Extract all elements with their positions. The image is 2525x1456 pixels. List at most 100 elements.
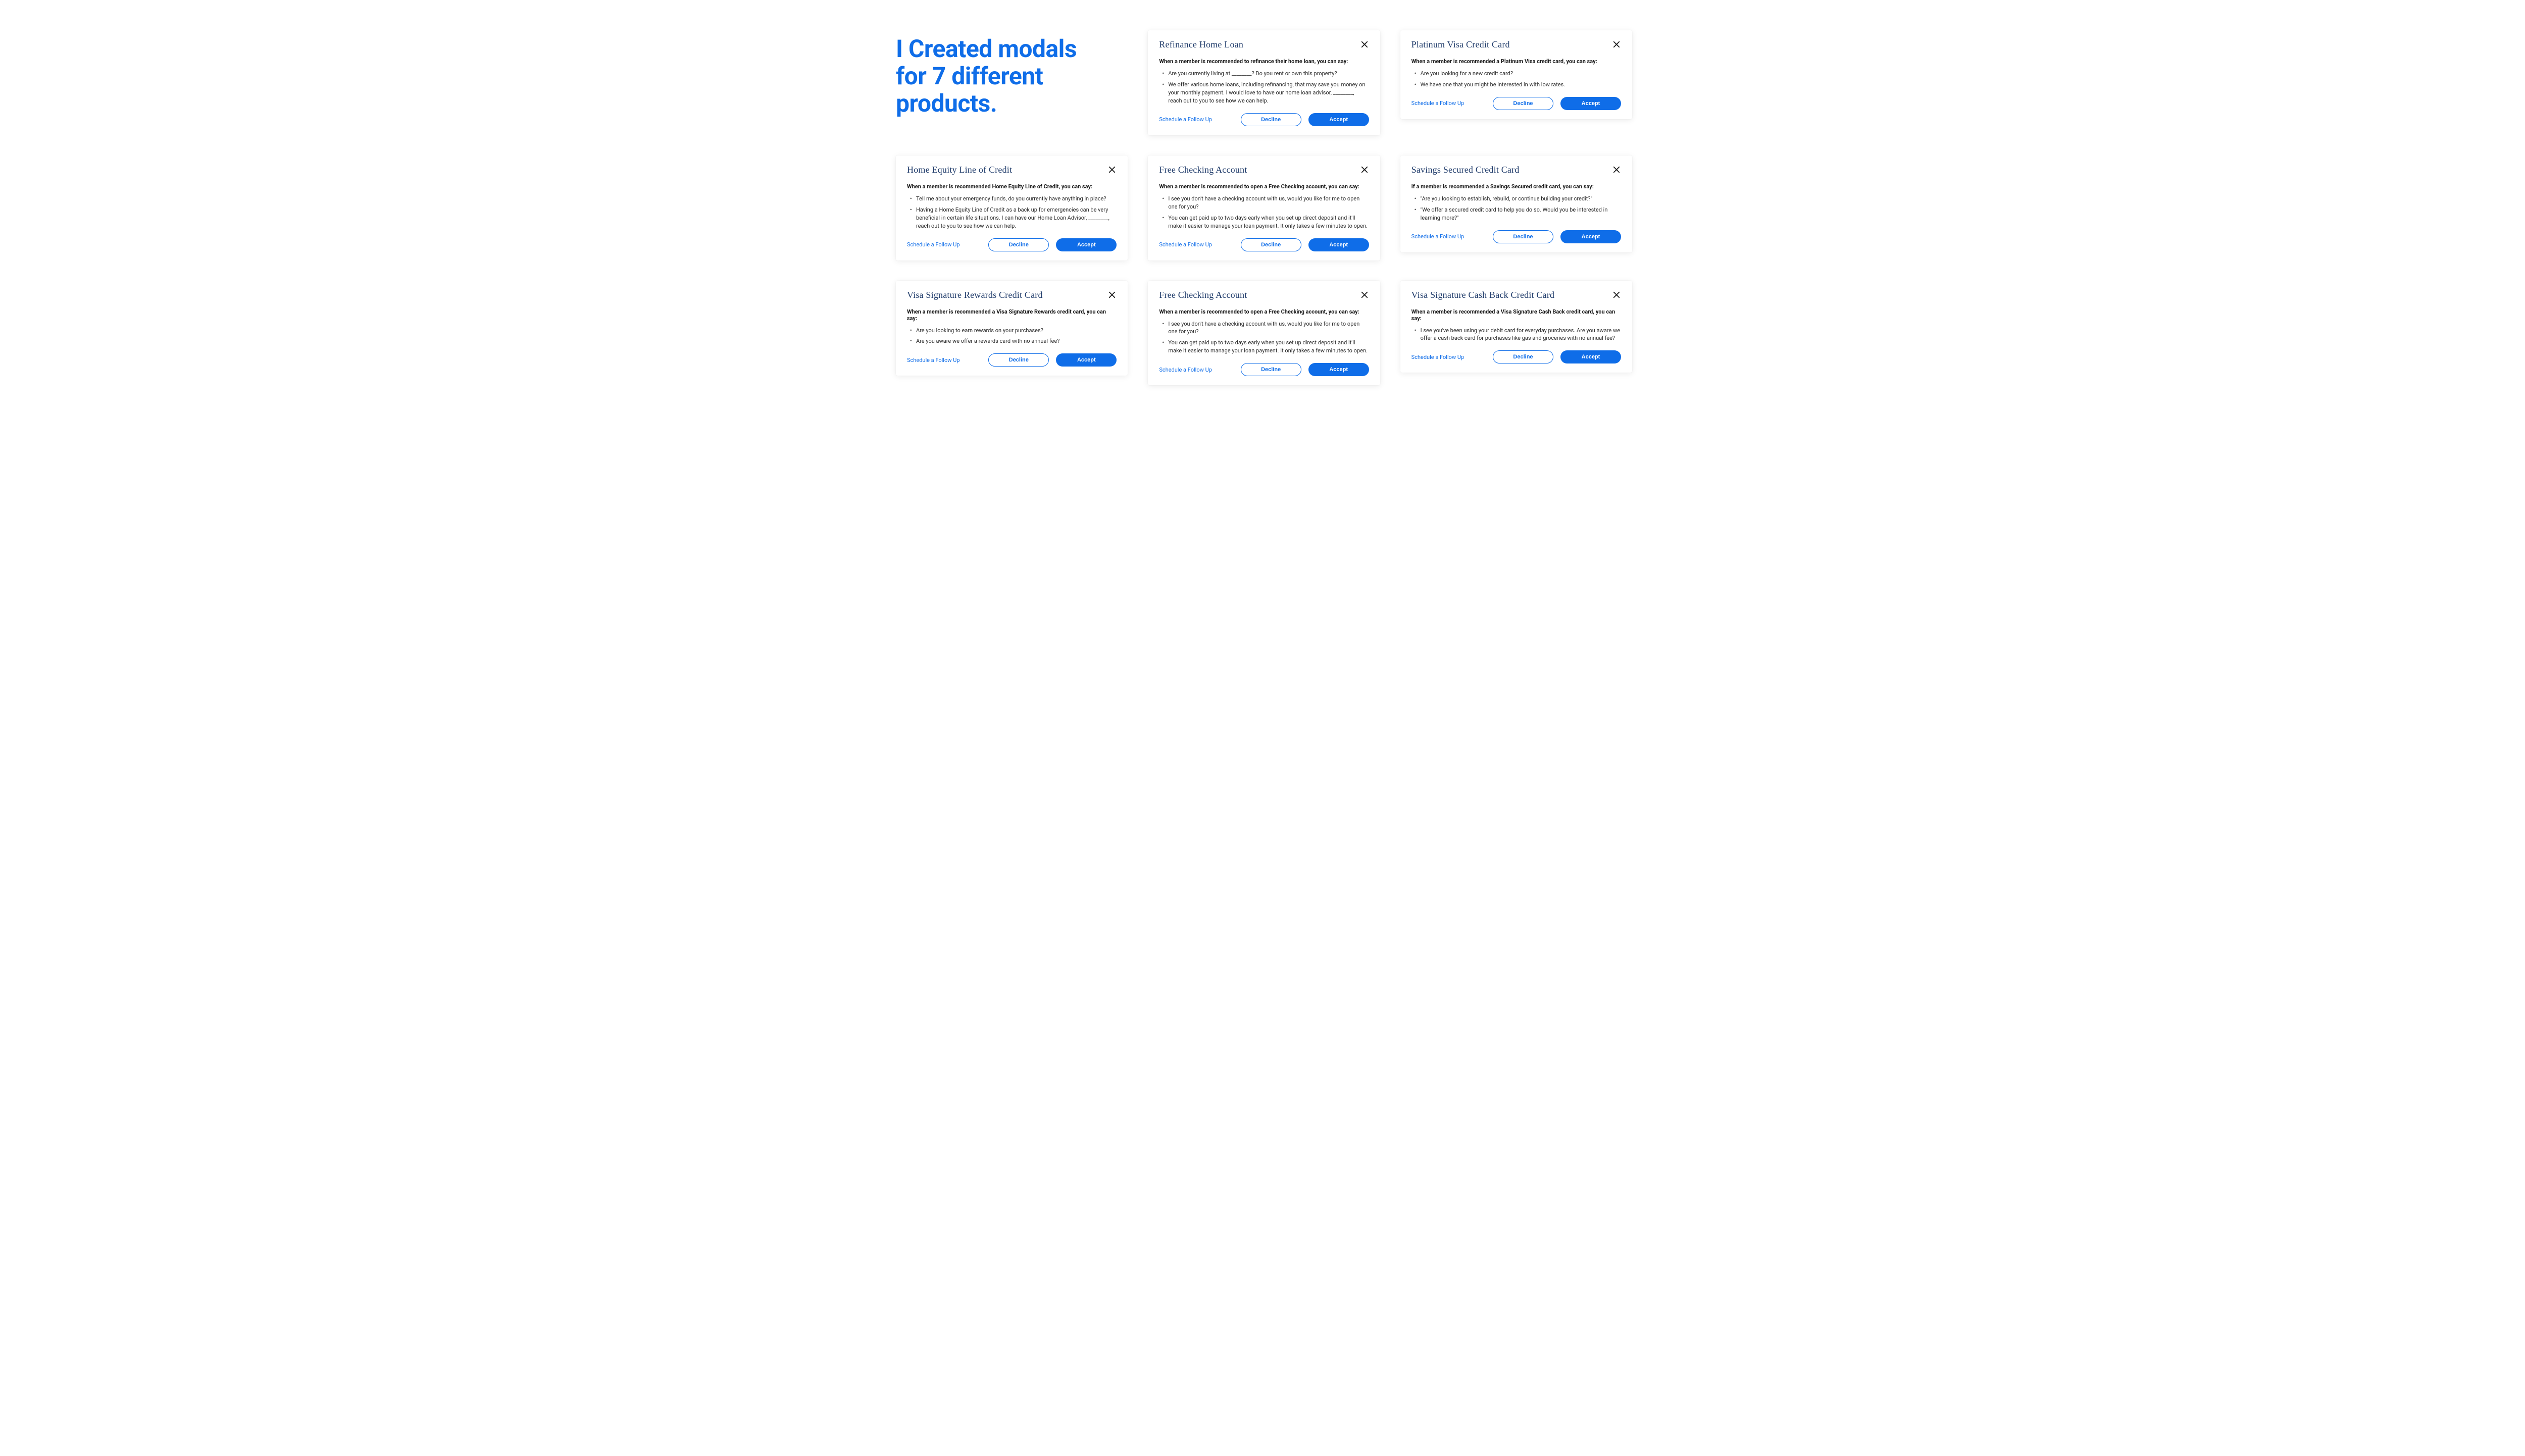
button-group: Decline Accept	[1241, 363, 1369, 376]
modal-header: Savings Secured Credit Card	[1411, 165, 1621, 175]
button-group: Decline Accept	[1493, 97, 1621, 110]
schedule-follow-up-link[interactable]: Schedule a Follow Up	[1159, 116, 1234, 123]
accept-button[interactable]: Accept	[1308, 113, 1369, 126]
decline-button[interactable]: Decline	[1241, 363, 1301, 376]
modal-prompt: When a member is recommended to refinanc…	[1159, 58, 1369, 65]
list-item: We have one that you might be interested…	[1415, 81, 1621, 89]
modal-title: Visa Signature Rewards Credit Card	[907, 290, 1043, 300]
schedule-follow-up-link[interactable]: Schedule a Follow Up	[1411, 100, 1487, 107]
product-modal: Home Equity Line of Credit When a member …	[896, 155, 1128, 261]
modal-title: Free Checking Account	[1159, 165, 1247, 175]
close-icon[interactable]	[1107, 165, 1117, 174]
list-item: "Are you looking to establish, rebuild, …	[1415, 195, 1621, 203]
headline-cell: I Created modals for 7 different product…	[896, 30, 1128, 117]
modal-title: Savings Secured Credit Card	[1411, 165, 1520, 175]
list-item: You can get paid up to two days early wh…	[1162, 214, 1369, 230]
modal-header: Free Checking Account	[1159, 290, 1369, 300]
accept-button[interactable]: Accept	[1308, 238, 1369, 251]
product-modal: Free Checking Account When a member is re…	[1148, 155, 1380, 261]
button-group: Decline Accept	[1493, 230, 1621, 243]
list-item: Having a Home Equity Line of Credit as a…	[910, 206, 1117, 230]
list-item: Are you currently living at ________? Do…	[1162, 70, 1369, 78]
modal-title: Refinance Home Loan	[1159, 39, 1243, 50]
button-group: Decline Accept	[1241, 238, 1369, 251]
close-icon[interactable]	[1360, 165, 1369, 174]
product-modal: Refinance Home Loan When a member is reco…	[1148, 30, 1380, 135]
modal-prompt: When a member is recommended to open a F…	[1159, 308, 1369, 315]
modal-prompt: When a member is recommended Home Equity…	[907, 183, 1117, 190]
modal-prompt: If a member is recommended a Savings Sec…	[1411, 183, 1621, 190]
accept-button[interactable]: Accept	[1056, 353, 1117, 367]
close-icon[interactable]	[1612, 165, 1621, 174]
product-modal: Platinum Visa Credit Card When a member i…	[1400, 30, 1632, 119]
modal-prompt: When a member is recommended a Platinum …	[1411, 58, 1621, 65]
modal-prompt: When a member is recommended a Visa Sign…	[907, 308, 1117, 322]
modal-header: Visa Signature Rewards Credit Card	[907, 290, 1117, 300]
list-item: Tell me about your emergency funds, do y…	[910, 195, 1117, 203]
list-item: You can get paid up to two days early wh…	[1162, 339, 1369, 355]
schedule-follow-up-link[interactable]: Schedule a Follow Up	[1159, 367, 1234, 373]
list-item: Are you looking for a new credit card?	[1415, 70, 1621, 78]
decline-button[interactable]: Decline	[1493, 97, 1553, 110]
accept-button[interactable]: Accept	[1560, 230, 1621, 243]
schedule-follow-up-link[interactable]: Schedule a Follow Up	[1411, 354, 1487, 360]
schedule-follow-up-link[interactable]: Schedule a Follow Up	[1159, 241, 1234, 248]
decline-button[interactable]: Decline	[1241, 238, 1301, 251]
close-icon[interactable]	[1612, 40, 1621, 49]
accept-button[interactable]: Accept	[1056, 238, 1117, 251]
button-group: Decline Accept	[1493, 350, 1621, 363]
product-modal: Free Checking Account When a member is re…	[1148, 281, 1380, 386]
accept-button[interactable]: Accept	[1560, 97, 1621, 110]
suggestion-list: I see you don't have a checking account …	[1162, 320, 1369, 355]
schedule-follow-up-link[interactable]: Schedule a Follow Up	[907, 241, 982, 248]
modal-footer: Schedule a Follow Up Decline Accept	[1159, 238, 1369, 251]
modal-header: Platinum Visa Credit Card	[1411, 39, 1621, 50]
suggestion-list: "Are you looking to establish, rebuild, …	[1415, 195, 1621, 222]
modal-footer: Schedule a Follow Up Decline Accept	[907, 238, 1117, 251]
decline-button[interactable]: Decline	[988, 238, 1049, 251]
close-icon[interactable]	[1107, 290, 1117, 299]
modal-footer: Schedule a Follow Up Decline Accept	[1159, 363, 1369, 376]
suggestion-list: Are you looking for a new credit card? We…	[1415, 70, 1621, 89]
modal-footer: Schedule a Follow Up Decline Accept	[1411, 350, 1621, 363]
list-item: I see you don't have a checking account …	[1162, 320, 1369, 336]
suggestion-list: Are you currently living at ________? Do…	[1162, 70, 1369, 105]
close-icon[interactable]	[1360, 290, 1369, 299]
decline-button[interactable]: Decline	[1241, 113, 1301, 126]
list-item: "We offer a secured credit card to help …	[1415, 206, 1621, 222]
suggestion-list: I see you've been using your debit card …	[1415, 327, 1621, 343]
product-modal: Visa Signature Cash Back Credit Card When…	[1400, 281, 1632, 373]
decline-button[interactable]: Decline	[988, 353, 1049, 367]
close-icon[interactable]	[1360, 40, 1369, 49]
modal-header: Home Equity Line of Credit	[907, 165, 1117, 175]
decline-button[interactable]: Decline	[1493, 350, 1553, 363]
modal-prompt: When a member is recommended a Visa Sign…	[1411, 308, 1621, 322]
modal-footer: Schedule a Follow Up Decline Accept	[1159, 113, 1369, 126]
button-group: Decline Accept	[988, 238, 1117, 251]
modal-header: Refinance Home Loan	[1159, 39, 1369, 50]
accept-button[interactable]: Accept	[1560, 350, 1621, 363]
product-modal: Visa Signature Rewards Credit Card When a…	[896, 281, 1128, 376]
modal-title: Free Checking Account	[1159, 290, 1247, 300]
suggestion-list: Tell me about your emergency funds, do y…	[910, 195, 1117, 230]
decline-button[interactable]: Decline	[1493, 230, 1553, 243]
close-icon[interactable]	[1612, 290, 1621, 299]
list-item: I see you don't have a checking account …	[1162, 195, 1369, 211]
modal-footer: Schedule a Follow Up Decline Accept	[1411, 97, 1621, 110]
list-item: Are you aware we offer a rewards card wi…	[910, 337, 1117, 345]
modal-header: Free Checking Account	[1159, 165, 1369, 175]
list-item: Are you looking to earn rewards on your …	[910, 327, 1117, 335]
list-item: I see you've been using your debit card …	[1415, 327, 1621, 343]
modal-title: Visa Signature Cash Back Credit Card	[1411, 290, 1555, 300]
button-group: Decline Accept	[988, 353, 1117, 367]
modal-header: Visa Signature Cash Back Credit Card	[1411, 290, 1621, 300]
modal-footer: Schedule a Follow Up Decline Accept	[907, 353, 1117, 367]
schedule-follow-up-link[interactable]: Schedule a Follow Up	[907, 357, 982, 363]
schedule-follow-up-link[interactable]: Schedule a Follow Up	[1411, 233, 1487, 240]
modal-footer: Schedule a Follow Up Decline Accept	[1411, 230, 1621, 243]
accept-button[interactable]: Accept	[1308, 363, 1369, 376]
modal-title: Home Equity Line of Credit	[907, 165, 1012, 175]
suggestion-list: I see you don't have a checking account …	[1162, 195, 1369, 230]
modal-prompt: When a member is recommended to open a F…	[1159, 183, 1369, 190]
suggestion-list: Are you looking to earn rewards on your …	[910, 327, 1117, 346]
